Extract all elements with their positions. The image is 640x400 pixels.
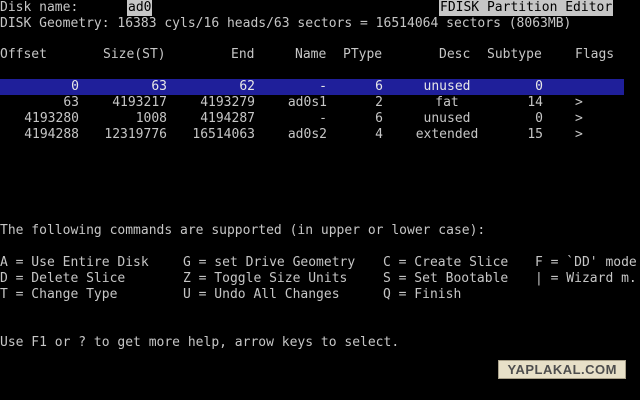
partition-row[interactable]: 4194288 12319776 16514063 ad0s2 4 extended 15 > bbox=[0, 127, 624, 143]
cell-offset: 4194288 bbox=[24, 127, 79, 142]
app-title: FDISK Partition Editor bbox=[439, 0, 614, 16]
cell-subtype: 15 bbox=[527, 127, 543, 142]
cell-desc: unused bbox=[423, 111, 471, 126]
cell-size: 12319776 bbox=[104, 127, 167, 142]
cell-name: ad0s1 bbox=[287, 95, 327, 110]
partition-row[interactable]: 63 4193217 4193279 ad0s1 2 fat 14 > bbox=[0, 95, 624, 111]
col-flags-header: Flags bbox=[575, 47, 615, 62]
cell-desc: extended bbox=[415, 127, 479, 142]
cell-flags: > bbox=[575, 95, 583, 110]
cmd-change-type: T = Change Type bbox=[0, 287, 118, 302]
col-name-header: Name bbox=[295, 47, 327, 62]
cell-end: 4193279 bbox=[200, 95, 255, 110]
cell-name: - bbox=[319, 79, 327, 94]
cell-name: - bbox=[319, 111, 327, 126]
cell-size: 1008 bbox=[135, 111, 167, 126]
partition-row[interactable]: 0 63 62 - 6 unused 0 bbox=[0, 79, 624, 95]
cell-name: ad0s2 bbox=[287, 127, 327, 142]
cell-desc: unused bbox=[423, 79, 471, 94]
cell-ptype: 2 bbox=[375, 95, 383, 110]
cell-flags: > bbox=[575, 111, 583, 126]
cmd-set-bootable: S = Set Bootable bbox=[383, 271, 509, 286]
cell-ptype: 6 bbox=[375, 111, 383, 126]
cmd-use-entire-disk: A = Use Entire Disk bbox=[0, 255, 149, 270]
cell-ptype: 6 bbox=[375, 79, 383, 94]
cmd-finish: Q = Finish bbox=[383, 287, 462, 302]
cell-subtype: 0 bbox=[535, 79, 543, 94]
cmd-delete-slice: D = Delete Slice bbox=[0, 271, 126, 286]
col-size-header: Size(ST) bbox=[103, 47, 166, 62]
col-end-header: End bbox=[231, 47, 255, 62]
cell-size: 4193217 bbox=[112, 95, 167, 110]
cmd-create-slice: C = Create Slice bbox=[383, 255, 509, 270]
cmd-set-drive-geometry: G = set Drive Geometry bbox=[183, 255, 356, 270]
cell-desc: fat bbox=[435, 95, 459, 110]
cell-end: 62 bbox=[239, 79, 255, 94]
cmd-undo-all-changes: U = Undo All Changes bbox=[183, 287, 340, 302]
cell-size: 63 bbox=[151, 79, 167, 94]
cell-offset: 4193280 bbox=[24, 111, 79, 126]
disk-name-value: ad0 bbox=[127, 0, 153, 16]
disk-name-label: Disk name: bbox=[0, 0, 79, 15]
cell-subtype: 0 bbox=[535, 111, 543, 126]
cell-flags: > bbox=[575, 127, 583, 142]
commands-intro: The following commands are supported (in… bbox=[0, 223, 486, 238]
cmd-dd-mode: F = `DD' mode bbox=[535, 255, 637, 270]
watermark: YAPLAKAL.COM bbox=[498, 360, 626, 379]
partition-row[interactable]: 4193280 1008 4194287 - 6 unused 0 > bbox=[0, 111, 624, 127]
cell-offset: 63 bbox=[63, 95, 79, 110]
col-subtype-header: Subtype bbox=[487, 47, 542, 62]
col-offset-header: Offset bbox=[0, 47, 47, 62]
cell-end: 16514063 bbox=[192, 127, 255, 142]
disk-geometry: DISK Geometry: 16383 cyls/16 heads/63 se… bbox=[0, 16, 572, 31]
col-desc-header: Desc bbox=[439, 47, 471, 62]
cell-subtype: 14 bbox=[527, 95, 543, 110]
cell-end: 4194287 bbox=[200, 111, 255, 126]
col-ptype-header: PType bbox=[343, 47, 383, 62]
cell-offset: 0 bbox=[71, 79, 79, 94]
help-text: Use F1 or ? to get more help, arrow keys… bbox=[0, 335, 400, 350]
cmd-toggle-size-units: Z = Toggle Size Units bbox=[183, 271, 348, 286]
cmd-wizard-mode: | = Wizard m. bbox=[535, 271, 637, 286]
cell-ptype: 4 bbox=[375, 127, 383, 142]
